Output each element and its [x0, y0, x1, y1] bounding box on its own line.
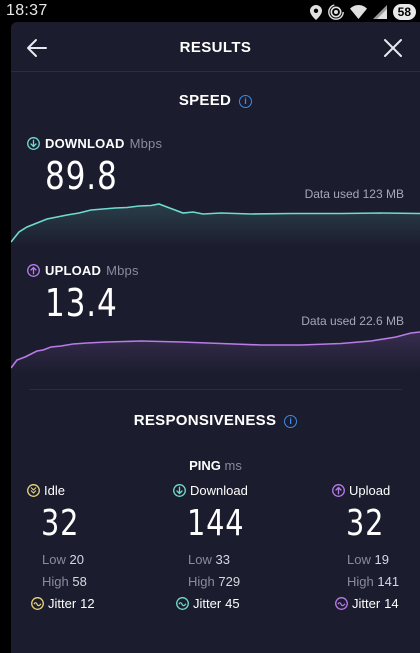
upload-label: UPLOAD Mbps — [27, 263, 139, 278]
ping-idle-jitter-value: 12 — [80, 596, 95, 611]
upload-label-text: UPLOAD — [45, 263, 102, 278]
ping-upload-label: Upload — [349, 483, 391, 498]
speed-title: SPEED — [178, 92, 232, 109]
close-button[interactable] — [382, 37, 404, 59]
ping-idle-low: Low 20 — [42, 552, 84, 567]
ping-idle-label: Idle — [44, 483, 65, 498]
ping-title: PING ms — [11, 458, 420, 473]
status-bar: 18:37 58 — [0, 0, 420, 24]
ping-column-idle: Idle 32 Low 20 High 58 Jitter 12 — [27, 483, 137, 611]
speed-section-title: SPEED i — [11, 92, 420, 109]
ping-download-label: Download — [190, 483, 248, 498]
hotspot-icon — [327, 4, 344, 20]
section-divider — [29, 389, 402, 390]
ping-upload-low: Low 19 — [347, 552, 389, 567]
jitter-icon — [176, 597, 189, 610]
upload-arrow-icon — [27, 264, 40, 277]
download-label-text: DOWNLOAD — [45, 136, 125, 151]
ping-idle-jitter: Jitter 12 — [31, 596, 137, 611]
ping-idle-head: Idle — [27, 483, 137, 498]
ping-upload-head: Upload — [332, 483, 420, 498]
ping-column-download: Download 144 Low 33 High 729 Jitter 45 — [173, 483, 283, 611]
download-speed-graph — [11, 203, 420, 247]
location-icon — [309, 4, 322, 20]
speed-info-icon[interactable]: i — [239, 95, 253, 108]
wifi-icon — [349, 5, 367, 19]
ping-label: PING — [189, 458, 221, 473]
results-sheet: RESULTS SPEED i DOWNLOAD Mbps 89.8 Data u… — [11, 22, 420, 653]
ping-upload-value: 32 — [346, 503, 385, 544]
ping-download-value: 144 — [187, 503, 245, 544]
idle-icon — [27, 484, 40, 497]
signal-icon — [372, 5, 387, 19]
download-label: DOWNLOAD Mbps — [27, 136, 162, 151]
upload-arrow-icon — [332, 484, 345, 497]
upload-speed-graph — [11, 331, 420, 374]
responsiveness-info-icon[interactable]: i — [284, 415, 298, 428]
ping-idle-high: High 58 — [42, 574, 87, 589]
ping-download-jitter: Jitter 45 — [176, 596, 283, 611]
download-arrow-icon — [27, 137, 40, 150]
ping-upload-jitter: Jitter 14 — [335, 596, 420, 611]
responsiveness-section-title: RESPONSIVENESS i — [11, 412, 420, 429]
ping-download-jitter-value: 45 — [225, 596, 240, 611]
close-icon — [384, 39, 402, 57]
ping-upload-high: High 141 — [347, 574, 400, 589]
battery-indicator: 58 — [392, 4, 416, 20]
ping-upload-jitter-value: 14 — [384, 596, 399, 611]
ping-download-head: Download — [173, 483, 283, 498]
ping-column-upload: Upload 32 Low 19 High 141 Jitter 14 — [332, 483, 420, 611]
download-arrow-icon — [173, 484, 186, 497]
responsiveness-title: RESPONSIVENESS — [133, 412, 277, 429]
page-title: RESULTS — [179, 39, 252, 56]
ping-download-high: High 729 — [188, 574, 241, 589]
upload-value: 13.4 — [45, 281, 118, 325]
upload-unit: Mbps — [106, 263, 139, 278]
ping-download-low: Low 33 — [188, 552, 230, 567]
status-icons: 58 — [309, 3, 416, 21]
ping-idle-value: 32 — [41, 503, 80, 544]
jitter-icon — [31, 597, 44, 610]
ping-unit: ms — [224, 458, 242, 473]
status-time: 18:37 — [6, 2, 48, 19]
download-unit: Mbps — [129, 136, 163, 151]
header: RESULTS — [11, 22, 420, 72]
jitter-icon — [335, 597, 348, 610]
